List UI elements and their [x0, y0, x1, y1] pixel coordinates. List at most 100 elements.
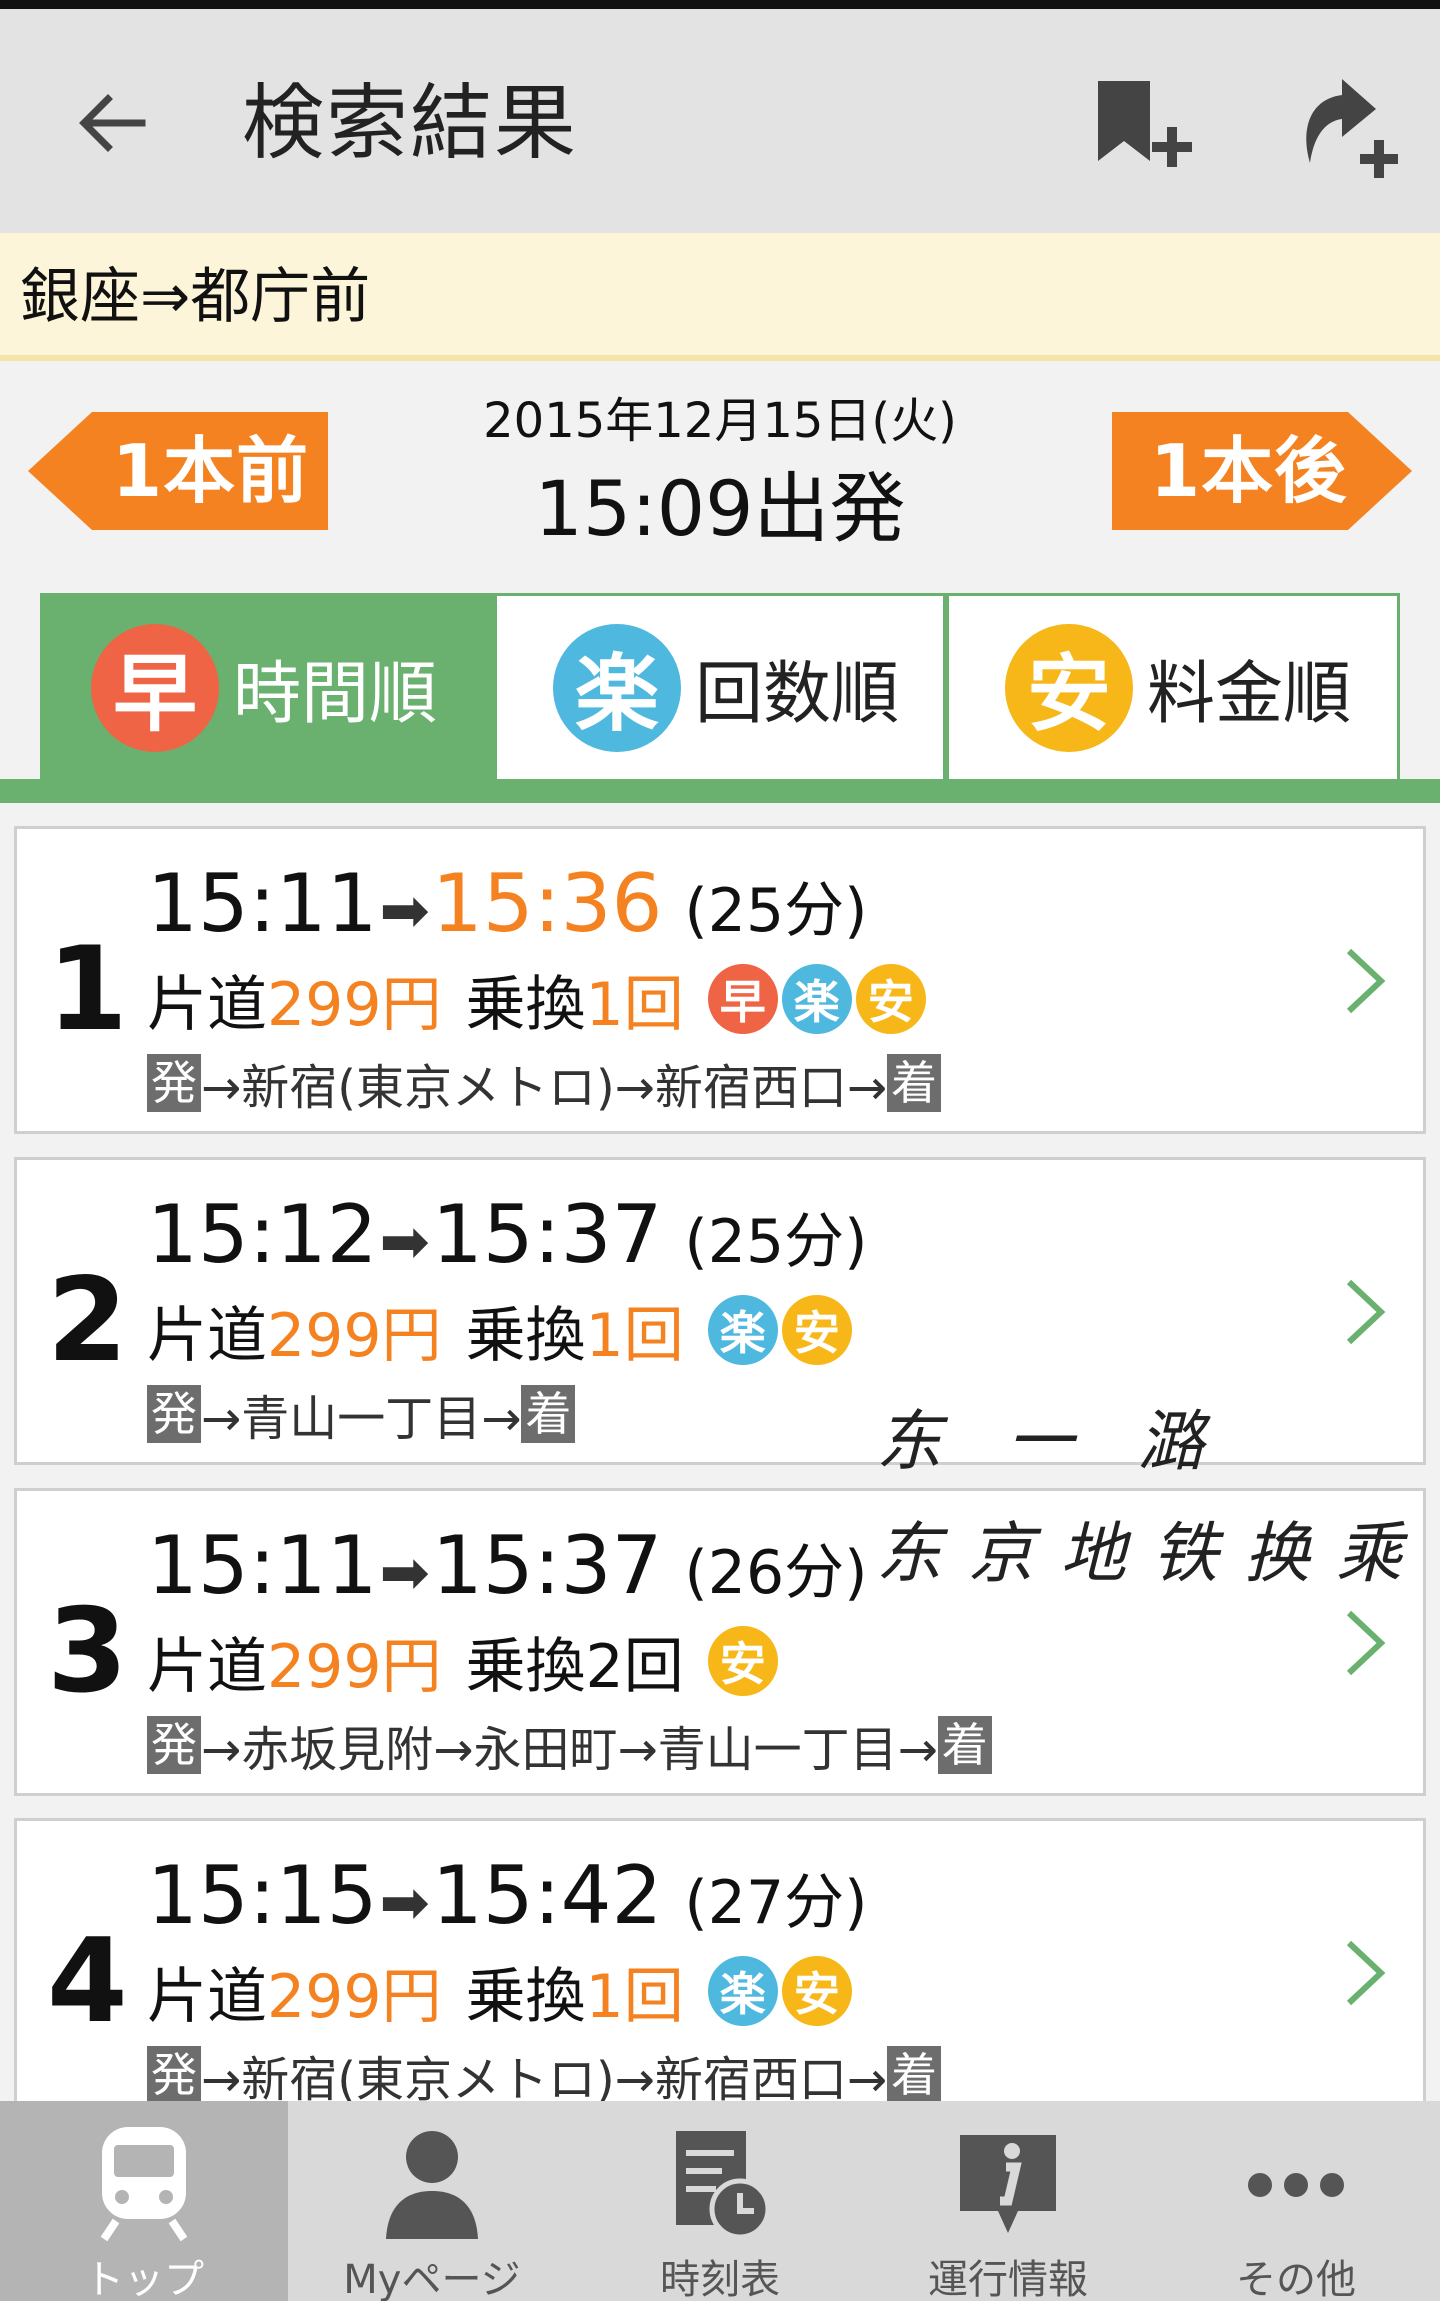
transfer-count: 2回	[585, 1631, 684, 1702]
end-tag: 着	[887, 2046, 942, 2104]
badge-group: 安	[707, 1626, 782, 1696]
departure-time: 15:11	[147, 1519, 378, 1612]
route-line: 発 →青山一丁目→ 着	[147, 1382, 576, 1447]
time-line: 15:12 ➡ 15:37 (25分)	[147, 1188, 868, 1281]
raku-badge-icon: 楽	[707, 1956, 778, 2026]
nav-label: トップ	[84, 2257, 204, 2301]
date-bar: 1本前 2015年12月15日(火) 15:09出発 1本後	[0, 361, 1440, 593]
next-train-label: 1本後	[1150, 429, 1348, 513]
fare-label: 片道	[147, 969, 267, 1040]
departure-time: 15:09出発	[534, 464, 906, 553]
arrow-right-icon: ➡	[379, 1538, 430, 1608]
bookmark-add-button[interactable]	[1090, 69, 1220, 189]
yasu-badge-icon: 安	[781, 1956, 852, 2026]
route-text: 銀座⇒都庁前	[20, 262, 371, 332]
time-line: 15:11 ➡ 15:36 (25分)	[147, 857, 868, 950]
fare-line: 片道 299円 乗換 1回 楽 安	[147, 1949, 856, 2033]
nav-label: その他	[1236, 2257, 1356, 2301]
sort-tabs: 早 時間順 楽 回数順 安 料金順	[0, 593, 1440, 803]
app-bar: 検索結果	[0, 9, 1440, 233]
duration: (25分)	[684, 876, 868, 946]
arrow-left-icon	[79, 94, 146, 152]
result-index: 4	[47, 1914, 128, 2049]
chevron-right-icon	[1346, 948, 1386, 1014]
arrow-right-icon: ➡	[379, 1868, 430, 1938]
time-line: 15:11 ➡ 15:37 (26分)	[147, 1519, 868, 1612]
arrow-right-icon: ➡	[379, 876, 430, 946]
result-card-4[interactable]: 4 15:15 ➡ 15:42 (27分) 片道 299円 乗換 1回 楽 安 …	[14, 1818, 1426, 2108]
previous-train-button[interactable]: 1本前	[22, 406, 332, 536]
tab-sort-by-time[interactable]: 早 時間順	[40, 593, 494, 779]
tab-underline	[0, 779, 1440, 803]
fare-value: 299円	[267, 969, 442, 1040]
nav-top[interactable]: トップ	[0, 2101, 288, 2301]
route-path: →赤坂見附→永田町→青山一丁目→	[201, 1722, 938, 1778]
route-path: →新宿(東京メトロ)→新宿西口→	[201, 1060, 888, 1116]
status-bar-strip	[0, 0, 1440, 9]
start-tag: 発	[147, 1385, 201, 1443]
route-line: 発 →新宿(東京メトロ)→新宿西口→ 着	[147, 2043, 942, 2108]
arrival-time: 15:36	[431, 857, 663, 950]
departure-time: 15:12	[147, 1188, 378, 1281]
yasu-badge-icon: 安	[707, 1626, 778, 1696]
arrival-time: 15:37	[431, 1519, 663, 1612]
page-title: 検索結果	[242, 76, 579, 171]
fare-line: 片道 299円 乗換 2回 安	[147, 1619, 782, 1703]
result-index: 2	[47, 1253, 128, 1388]
badge-group: 早 楽 安	[707, 964, 930, 1034]
route-line: 発 →新宿(東京メトロ)→新宿西口→ 着	[147, 1051, 942, 1116]
tab-label: 料金順	[1147, 655, 1352, 734]
more-icon	[1248, 2173, 1344, 2197]
result-card-1[interactable]: 1 15:11 ➡ 15:36 (25分) 片道 299円 乗換 1回 早 楽 …	[14, 826, 1426, 1134]
tab-sort-by-transfers[interactable]: 楽 回数順	[494, 593, 946, 779]
next-train-button[interactable]: 1本後	[1108, 406, 1418, 536]
transfer-count: 1回	[585, 1300, 684, 1371]
fare-value: 299円	[267, 1300, 442, 1371]
train-icon	[100, 2127, 188, 2242]
nav-service-info[interactable]: 運行情報	[864, 2101, 1152, 2301]
transfer-label: 乗換	[465, 1300, 586, 1371]
previous-train-label: 1本前	[112, 429, 310, 513]
nav-my-page[interactable]: Myページ	[288, 2101, 576, 2301]
fare-label: 片道	[147, 1961, 267, 2032]
back-button[interactable]	[62, 73, 162, 173]
bookmark-add-icon	[1098, 81, 1192, 167]
chevron-right-icon	[1346, 1940, 1386, 2006]
fare-value: 299円	[267, 1961, 442, 2032]
transfer-label: 乗換	[465, 1961, 586, 2032]
route-path: →新宿(東京メトロ)→新宿西口→	[201, 2052, 888, 2108]
end-tag: 着	[937, 1716, 992, 1774]
route-bar: 銀座⇒都庁前	[0, 233, 1440, 361]
arrival-time: 15:37	[431, 1188, 663, 1281]
duration: (27分)	[684, 1868, 868, 1938]
tab-sort-by-fare[interactable]: 安 料金順	[946, 593, 1400, 779]
transfer-label: 乗換	[465, 969, 586, 1040]
bottom-navigation: トップ Myページ 時刻表 運行情報 その他	[0, 2101, 1440, 2301]
raku-badge-icon: 楽	[707, 1295, 778, 1365]
departure-time: 15:15	[147, 1849, 378, 1942]
nav-more[interactable]: その他	[1152, 2101, 1440, 2301]
start-tag: 発	[147, 1054, 201, 1112]
result-index: 1	[47, 922, 128, 1057]
fare-label: 片道	[147, 1300, 267, 1371]
fare-line: 片道 299円 乗換 1回 楽 安	[147, 1288, 856, 1372]
start-tag: 発	[147, 2046, 201, 2104]
tab-label: 回数順	[695, 655, 900, 734]
duration: (25分)	[684, 1207, 868, 1277]
transfer-label: 乗換	[465, 1631, 586, 1702]
fare-value: 299円	[267, 1631, 442, 1702]
nav-timetable[interactable]: 時刻表	[576, 2101, 864, 2301]
transfer-count: 1回	[585, 969, 684, 1040]
info-icon	[960, 2135, 1056, 2233]
share-add-button[interactable]	[1280, 69, 1410, 189]
route-path: →青山一丁目→	[201, 1391, 522, 1447]
departure-time: 15:11	[147, 857, 378, 950]
haya-badge-icon: 早	[707, 964, 778, 1034]
yasu-badge-icon: 安	[855, 964, 926, 1034]
badge-group: 楽 安	[707, 1956, 856, 2026]
share-add-icon	[1306, 79, 1398, 178]
handwritten-annotation-1: 东 一 潞	[876, 1403, 1226, 1480]
chevron-right-icon	[1346, 1610, 1386, 1676]
haya-badge-icon: 早	[91, 623, 219, 752]
timetable-icon	[676, 2131, 770, 2240]
